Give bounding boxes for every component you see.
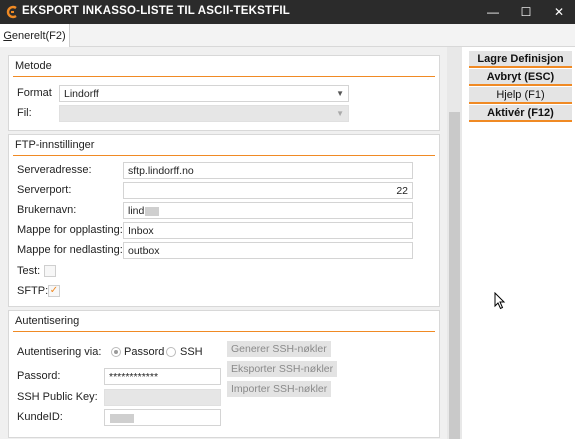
download-folder-input[interactable]: outbox bbox=[123, 242, 413, 259]
port-input[interactable]: 22 bbox=[123, 182, 413, 199]
customer-id-label: KundeID: bbox=[17, 411, 63, 423]
group-ftp: FTP-innstillinger Serveradresse: sftp.li… bbox=[8, 134, 440, 307]
title-bar: EKSPORT INKASSO-LISTE TIL ASCII-TEKSTFIL… bbox=[0, 0, 575, 24]
radio-selected-dot bbox=[114, 350, 118, 354]
auth-via-label: Autentisering via: bbox=[17, 346, 102, 358]
redacted-text bbox=[145, 206, 160, 216]
upload-folder-input[interactable]: Inbox bbox=[123, 222, 413, 239]
upload-folder-label: Mappe for opplasting: bbox=[17, 224, 123, 236]
file-label: Fil: bbox=[17, 107, 32, 119]
group-divider bbox=[13, 331, 435, 332]
password-input[interactable]: ************ bbox=[104, 368, 221, 385]
activate-button[interactable]: Aktivér (F12) bbox=[469, 105, 572, 122]
customer-id-input[interactable] bbox=[104, 409, 221, 426]
test-label: Test: bbox=[17, 265, 41, 277]
ssh-key-input[interactable] bbox=[104, 389, 221, 406]
format-label: Format bbox=[17, 87, 52, 99]
group-title-metode: Metode bbox=[15, 60, 52, 72]
form-area: Metode Format Lindorff ▼ Fil: ▼ FTP-inns… bbox=[4, 47, 447, 439]
group-title-auth: Autentisering bbox=[15, 315, 80, 327]
minimize-icon: — bbox=[487, 5, 499, 19]
group-title-ftp: FTP-innstillinger bbox=[15, 139, 95, 151]
user-input[interactable]: lind bbox=[123, 202, 413, 219]
test-checkbox[interactable] bbox=[44, 265, 56, 277]
server-input[interactable]: sftp.lindorff.no bbox=[123, 162, 413, 179]
download-folder-label: Mappe for nedlasting: bbox=[17, 244, 123, 256]
maximize-button[interactable]: ☐ bbox=[510, 0, 542, 24]
group-divider bbox=[13, 155, 435, 156]
user-label: Brukernavn: bbox=[17, 204, 77, 216]
app-logo-icon bbox=[6, 5, 17, 19]
tab-bar: Generelt(F2) bbox=[0, 24, 575, 47]
tab-accel: G bbox=[3, 29, 12, 42]
window-title: EKSPORT INKASSO-LISTE TIL ASCII-TEKSTFIL bbox=[22, 5, 291, 17]
port-label: Serverport: bbox=[17, 184, 72, 196]
import-ssh-keys-button[interactable]: Importer SSH-nøkler bbox=[227, 381, 332, 397]
save-definition-button[interactable]: Lagre Definisjon bbox=[469, 51, 572, 68]
user-value: lind bbox=[128, 205, 145, 217]
group-divider bbox=[13, 76, 435, 77]
sftp-label: SFTP: bbox=[17, 285, 49, 297]
radio-password[interactable] bbox=[111, 347, 121, 357]
cancel-button[interactable]: Avbryt (ESC) bbox=[469, 69, 572, 86]
checkmark-icon: ✓ bbox=[49, 285, 59, 296]
radio-password-label: Passord bbox=[124, 346, 165, 358]
format-select[interactable]: Lindorff ▼ bbox=[59, 85, 349, 102]
scrollbar-thumb[interactable] bbox=[449, 112, 460, 439]
mouse-cursor-icon bbox=[494, 292, 506, 310]
ssh-key-label: SSH Public Key: bbox=[17, 391, 98, 403]
group-auth: Autentisering Autentisering via: Passord… bbox=[8, 310, 440, 438]
radio-ssh-label: SSH bbox=[180, 346, 203, 358]
help-button[interactable]: Hjelp (F1) bbox=[469, 87, 572, 104]
generate-ssh-keys-button[interactable]: Generer SSH-nøkler bbox=[227, 341, 331, 357]
action-panel: Lagre Definisjon Avbryt (ESC) Hjelp (F1)… bbox=[462, 47, 575, 439]
password-label: Passord: bbox=[17, 370, 61, 382]
sftp-checkbox[interactable]: ✓ bbox=[48, 285, 60, 297]
chevron-down-icon: ▼ bbox=[336, 89, 344, 98]
redacted-text bbox=[110, 413, 134, 423]
server-label: Serveradresse: bbox=[17, 164, 92, 176]
tab-label: enerelt(F2) bbox=[11, 29, 66, 42]
group-metode: Metode Format Lindorff ▼ Fil: ▼ bbox=[8, 55, 440, 131]
file-select[interactable]: ▼ bbox=[59, 105, 349, 122]
format-value: Lindorff bbox=[64, 88, 99, 100]
export-ssh-keys-button[interactable]: Eksporter SSH-nøkler bbox=[227, 361, 338, 377]
close-icon: ✕ bbox=[553, 5, 565, 19]
chevron-down-icon: ▼ bbox=[336, 109, 344, 118]
maximize-icon: ☐ bbox=[520, 5, 532, 19]
radio-ssh[interactable] bbox=[166, 347, 176, 357]
tab-generelt[interactable]: Generelt(F2) bbox=[0, 24, 70, 47]
minimize-button[interactable]: — bbox=[477, 0, 509, 24]
close-button[interactable]: ✕ bbox=[543, 0, 575, 24]
vertical-scrollbar[interactable] bbox=[447, 47, 462, 439]
